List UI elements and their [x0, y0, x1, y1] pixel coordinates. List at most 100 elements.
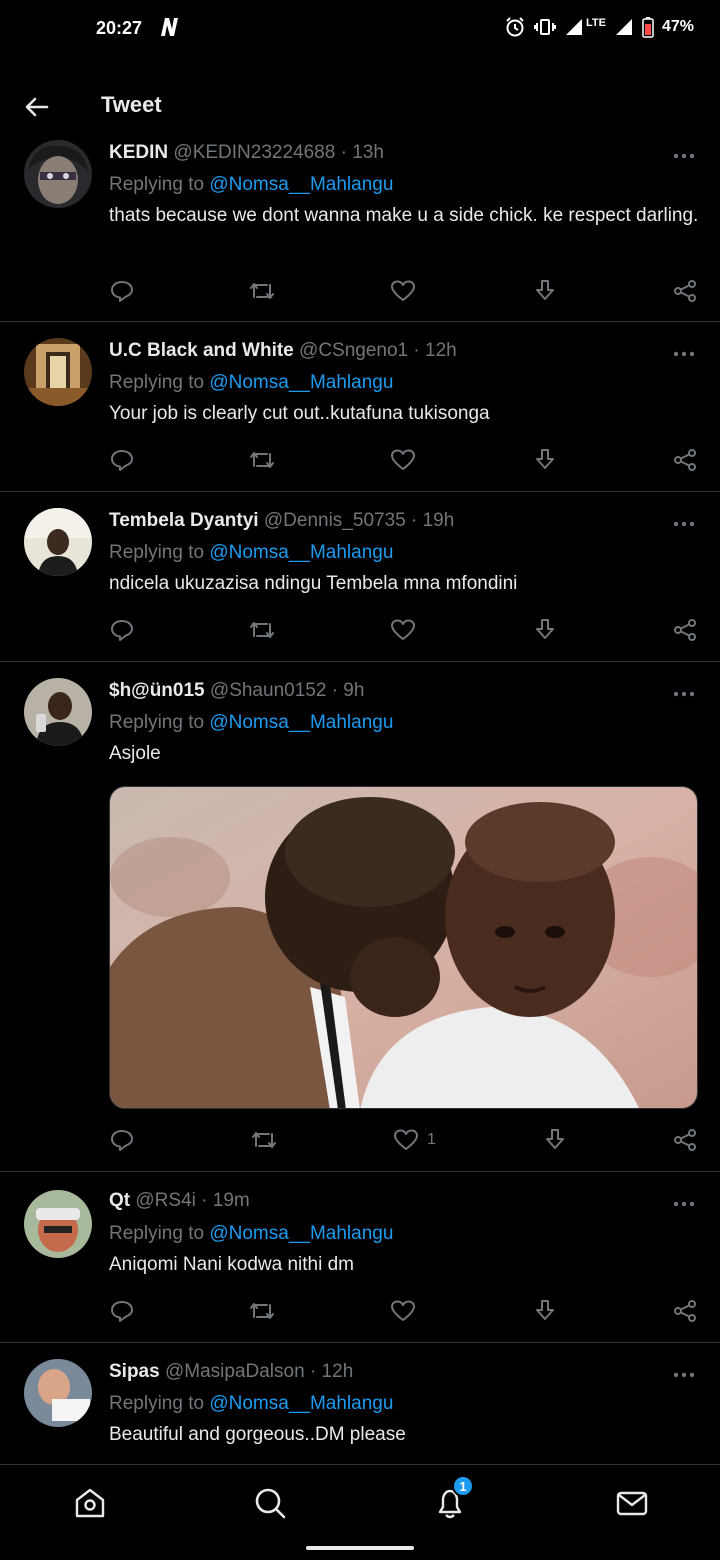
share-button[interactable] — [672, 277, 698, 305]
more-dots-icon[interactable] — [672, 1194, 696, 1214]
tweet-photo[interactable] — [109, 786, 698, 1109]
reply-button[interactable] — [109, 277, 135, 305]
separator-dot: · — [309, 1361, 317, 1382]
reply-button[interactable] — [109, 616, 135, 644]
heart-icon — [394, 1129, 418, 1150]
replying-to-link[interactable]: @Nomsa__Mahlangu — [209, 1393, 393, 1414]
more-dots-icon[interactable] — [672, 344, 696, 364]
download-button[interactable] — [532, 616, 558, 644]
page-title: Tweet — [101, 92, 162, 117]
download-button[interactable] — [532, 446, 558, 474]
avatar[interactable] — [24, 678, 92, 746]
like-button[interactable]: 1 — [393, 1126, 436, 1154]
avatar[interactable] — [24, 1359, 92, 1427]
display-name[interactable]: Sipas — [109, 1361, 160, 1382]
retweet-button[interactable] — [247, 446, 277, 474]
avatar[interactable] — [24, 508, 92, 576]
avatar[interactable] — [24, 338, 92, 406]
search-icon[interactable] — [252, 1485, 288, 1521]
top-header: Tweet — [0, 80, 720, 132]
share-icon — [674, 449, 696, 471]
retweet-button[interactable] — [249, 1126, 279, 1154]
reply-icon — [111, 1130, 133, 1151]
display-name[interactable]: $h@ün015 — [109, 680, 205, 701]
replying-prefix: Replying to — [109, 372, 205, 393]
tweet[interactable]: Qt @RS4i · 19m Replying to @Nomsa__Mahla… — [0, 1172, 720, 1343]
retweet-button[interactable] — [247, 1297, 277, 1325]
download-icon — [536, 619, 554, 639]
tweet-header: $h@ün015 @Shaun0152 · 9h — [109, 680, 364, 702]
like-button[interactable] — [390, 1297, 416, 1325]
tweet-time: 13h — [352, 142, 384, 163]
retweet-button[interactable] — [247, 616, 277, 644]
separator-dot: · — [413, 340, 420, 361]
share-icon — [674, 1300, 696, 1322]
like-button[interactable] — [390, 446, 416, 474]
download-button[interactable] — [532, 1297, 558, 1325]
heart-icon — [391, 280, 415, 301]
user-handle[interactable]: @KEDIN23224688 — [173, 142, 335, 163]
download-icon — [546, 1129, 564, 1149]
reply-icon — [111, 450, 133, 471]
share-button[interactable] — [672, 1297, 698, 1325]
user-handle[interactable]: @CSngeno1 — [299, 340, 408, 361]
like-button[interactable] — [390, 616, 416, 644]
replying-to: Replying to @Nomsa__Mahlangu — [109, 174, 393, 196]
display-name[interactable]: Tembela Dyantyi — [109, 510, 259, 531]
replying-to: Replying to @Nomsa__Mahlangu — [109, 1223, 393, 1245]
display-name[interactable]: Qt — [109, 1190, 130, 1211]
tweet[interactable]: KEDIN @KEDIN23224688 · 13h Replying to @… — [0, 132, 720, 322]
mail-icon[interactable] — [614, 1485, 650, 1521]
replying-to-link[interactable]: @Nomsa__Mahlangu — [209, 712, 393, 733]
system-home-bar[interactable] — [306, 1546, 414, 1550]
reply-button[interactable] — [109, 1297, 135, 1325]
tweet[interactable]: Sipas @MasipaDalson · 12h Replying to @N… — [0, 1343, 720, 1464]
share-button[interactable] — [672, 616, 698, 644]
tweet-header: Qt @RS4i · 19m — [109, 1190, 250, 1212]
tweet-time: 12h — [321, 1361, 354, 1382]
replying-to-link[interactable]: @Nomsa__Mahlangu — [209, 174, 393, 195]
replying-prefix: Replying to — [109, 542, 205, 563]
tweet-time: 19m — [212, 1190, 250, 1211]
retweet-button[interactable] — [247, 277, 277, 305]
tweet-time: 9h — [343, 680, 365, 701]
replying-to-link[interactable]: @Nomsa__Mahlangu — [209, 372, 393, 393]
replying-to: Replying to @Nomsa__Mahlangu — [109, 1393, 393, 1415]
avatar[interactable] — [24, 1190, 92, 1258]
more-dots-icon[interactable] — [672, 1365, 696, 1385]
tweet[interactable]: U.C Black and White @CSngeno1 · 12h Repl… — [0, 322, 720, 492]
display-name[interactable]: U.C Black and White — [109, 340, 294, 361]
share-icon — [674, 1129, 696, 1151]
download-icon — [536, 1300, 554, 1320]
share-icon — [674, 280, 696, 302]
display-name[interactable]: KEDIN — [109, 142, 168, 163]
replying-to-link[interactable]: @Nomsa__Mahlangu — [209, 542, 393, 563]
more-dots-icon[interactable] — [672, 514, 696, 534]
reply-button[interactable] — [109, 1126, 135, 1154]
like-button[interactable] — [390, 277, 416, 305]
user-handle[interactable]: @Dennis_50735 — [264, 510, 406, 531]
tweet-text: Aniqomi Nani kodwa nithi dm — [109, 1254, 355, 1275]
replying-to-link[interactable]: @Nomsa__Mahlangu — [209, 1223, 393, 1244]
reply-icon — [111, 1301, 133, 1322]
tweet[interactable]: Tembela Dyantyi @Dennis_50735 · 19h Repl… — [0, 492, 720, 662]
back-arrow-icon[interactable] — [22, 92, 52, 122]
share-button[interactable] — [672, 1126, 698, 1154]
reply-button[interactable] — [109, 446, 135, 474]
more-dots-icon[interactable] — [672, 684, 696, 704]
download-button[interactable] — [532, 277, 558, 305]
home-icon[interactable] — [72, 1485, 108, 1521]
replying-to: Replying to @Nomsa__Mahlangu — [109, 712, 393, 734]
share-button[interactable] — [672, 446, 698, 474]
status-icons: LTE 47% — [504, 16, 694, 38]
user-handle[interactable]: @RS4i — [135, 1190, 195, 1211]
replying-prefix: Replying to — [109, 1393, 205, 1414]
tweet-header: KEDIN @KEDIN23224688 · 13h — [109, 142, 384, 164]
status-bar: 20:27 LTE 47% — [0, 0, 720, 60]
separator-dot: · — [201, 1190, 208, 1211]
download-button[interactable] — [542, 1126, 568, 1154]
avatar[interactable] — [24, 140, 92, 208]
more-dots-icon[interactable] — [672, 146, 696, 166]
user-handle[interactable]: @MasipaDalson — [165, 1361, 305, 1382]
user-handle[interactable]: @Shaun0152 — [210, 680, 327, 701]
